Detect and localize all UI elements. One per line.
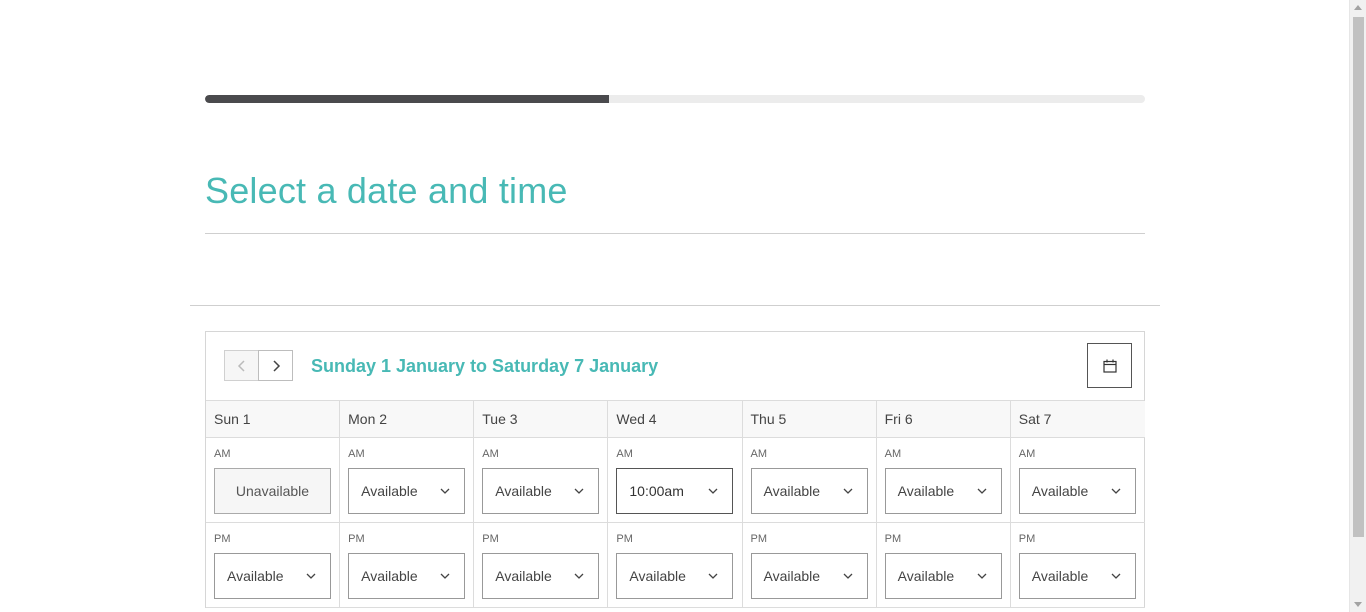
time-select-value: Available	[763, 483, 821, 499]
scroll-down-arrow[interactable]	[1354, 602, 1362, 607]
open-calendar-button[interactable]	[1087, 343, 1132, 388]
pm-slot-cell: PM Available	[876, 523, 1011, 608]
am-slot-cell: AM Unavailable	[206, 438, 341, 523]
page-title: Select a date and time	[205, 170, 568, 211]
scroll-up-arrow[interactable]	[1354, 5, 1362, 10]
chevron-down-icon	[1111, 573, 1121, 579]
day-header: Fri 6	[876, 401, 1011, 438]
time-select-value: Available	[1031, 483, 1089, 499]
pm-time-select[interactable]: Available	[482, 553, 600, 599]
time-select-value: Available	[1031, 568, 1089, 584]
calendar-grid: Sun 1 Mon 2 Tue 3 Wed 4 Thu 5 Fri 6 Sat 7 AM Una…	[206, 401, 1145, 608]
chevron-down-icon	[977, 488, 987, 494]
page: Select a date and time Sunday 1 January …	[0, 0, 1366, 612]
pm-time-select[interactable]: Available	[214, 553, 331, 599]
am-slot-cell: AM Available	[876, 438, 1011, 523]
chevron-right-icon	[272, 359, 280, 372]
day-header: Tue 3	[474, 401, 609, 438]
am-label: AM	[1018, 448, 1036, 460]
am-slot-cell: AM 10:00am	[608, 438, 743, 523]
am-time-select[interactable]: Available	[482, 468, 600, 514]
am-label: AM	[214, 448, 231, 460]
chevron-down-icon	[843, 488, 852, 494]
title-divider	[205, 233, 1145, 234]
pm-label: PM	[214, 533, 231, 545]
chevron-down-icon	[440, 488, 450, 494]
am-time-select[interactable]: Available	[884, 468, 1002, 514]
chevron-down-icon	[574, 573, 584, 579]
calendar-icon	[1102, 359, 1117, 373]
pm-label: PM	[750, 533, 768, 545]
time-select-value: Available	[897, 568, 955, 584]
day-header: Sat 7	[1010, 401, 1145, 438]
pm-label: PM	[348, 533, 365, 545]
day-header: Wed 4	[608, 401, 743, 438]
pm-time-select[interactable]: Available	[348, 553, 466, 599]
chevron-down-icon	[440, 573, 450, 579]
am-time-select[interactable]: Available	[348, 468, 466, 514]
day-header: Mon 2	[340, 401, 475, 438]
am-label: AM	[616, 448, 633, 460]
am-slot-cell: AM Available	[1010, 438, 1145, 523]
am-label: AM	[348, 448, 365, 460]
am-time-select[interactable]: Available	[1018, 468, 1136, 514]
am-label: AM	[884, 448, 902, 460]
pm-slot-cell: PM Available	[340, 523, 475, 608]
chevron-down-icon	[574, 488, 584, 494]
chevron-down-icon	[977, 573, 987, 579]
progress-fill	[205, 95, 610, 103]
time-select-value: Available	[897, 483, 955, 499]
am-slot-cell: AM Available	[474, 438, 609, 523]
time-select-value: Available	[227, 568, 284, 584]
section-divider	[190, 305, 1160, 306]
week-calendar: Sunday 1 January to Saturday 7 January S…	[205, 331, 1145, 608]
calendar-header: Sunday 1 January to Saturday 7 January	[206, 332, 1144, 401]
chevron-down-icon	[843, 573, 852, 579]
am-slot-cell: AM Available	[742, 438, 877, 523]
pm-time-select[interactable]: Available	[750, 553, 868, 599]
time-select-value: Available	[495, 568, 552, 584]
day-header: Sun 1	[206, 401, 341, 438]
pm-slot-cell: PM Available	[474, 523, 609, 608]
chevron-left-icon	[237, 359, 245, 372]
pm-label: PM	[482, 533, 499, 545]
time-select-value: Available	[763, 568, 821, 584]
chevron-down-icon	[1111, 488, 1121, 494]
pm-time-select[interactable]: Available	[616, 553, 734, 599]
time-select-value: 10:00am	[629, 483, 684, 499]
am-label: AM	[750, 448, 768, 460]
time-select-value: Available	[361, 568, 418, 584]
previous-week-button[interactable]	[224, 350, 259, 381]
chevron-down-icon	[306, 573, 316, 579]
pm-slot-cell: PM Available	[1010, 523, 1145, 608]
am-slot-cell: AM Available	[340, 438, 475, 523]
progress-bar	[205, 95, 1145, 103]
pm-label: PM	[1018, 533, 1036, 545]
am-time-select[interactable]: Available	[750, 468, 868, 514]
scroll-thumb[interactable]	[1353, 17, 1364, 537]
pm-label: PM	[884, 533, 902, 545]
next-week-button[interactable]	[258, 350, 293, 381]
chevron-down-icon	[708, 573, 718, 579]
pm-slot-cell: PM Available	[206, 523, 341, 608]
vertical-scrollbar[interactable]	[1349, 0, 1366, 612]
day-header: Thu 5	[742, 401, 877, 438]
pm-label: PM	[616, 533, 633, 545]
am-slot-unavailable: Unavailable	[214, 468, 331, 514]
pm-time-select[interactable]: Available	[1018, 553, 1136, 599]
time-select-value: Available	[361, 483, 418, 499]
time-select-value: Available	[495, 483, 552, 499]
pm-slot-cell: PM Available	[608, 523, 743, 608]
time-select-value: Available	[629, 568, 686, 584]
pm-slot-cell: PM Available	[742, 523, 877, 608]
week-range-label: Sunday 1 January to Saturday 7 January	[311, 356, 659, 376]
am-time-select[interactable]: 10:00am	[616, 468, 734, 514]
pm-time-select[interactable]: Available	[884, 553, 1002, 599]
am-label: AM	[482, 448, 499, 460]
chevron-down-icon	[708, 488, 718, 494]
